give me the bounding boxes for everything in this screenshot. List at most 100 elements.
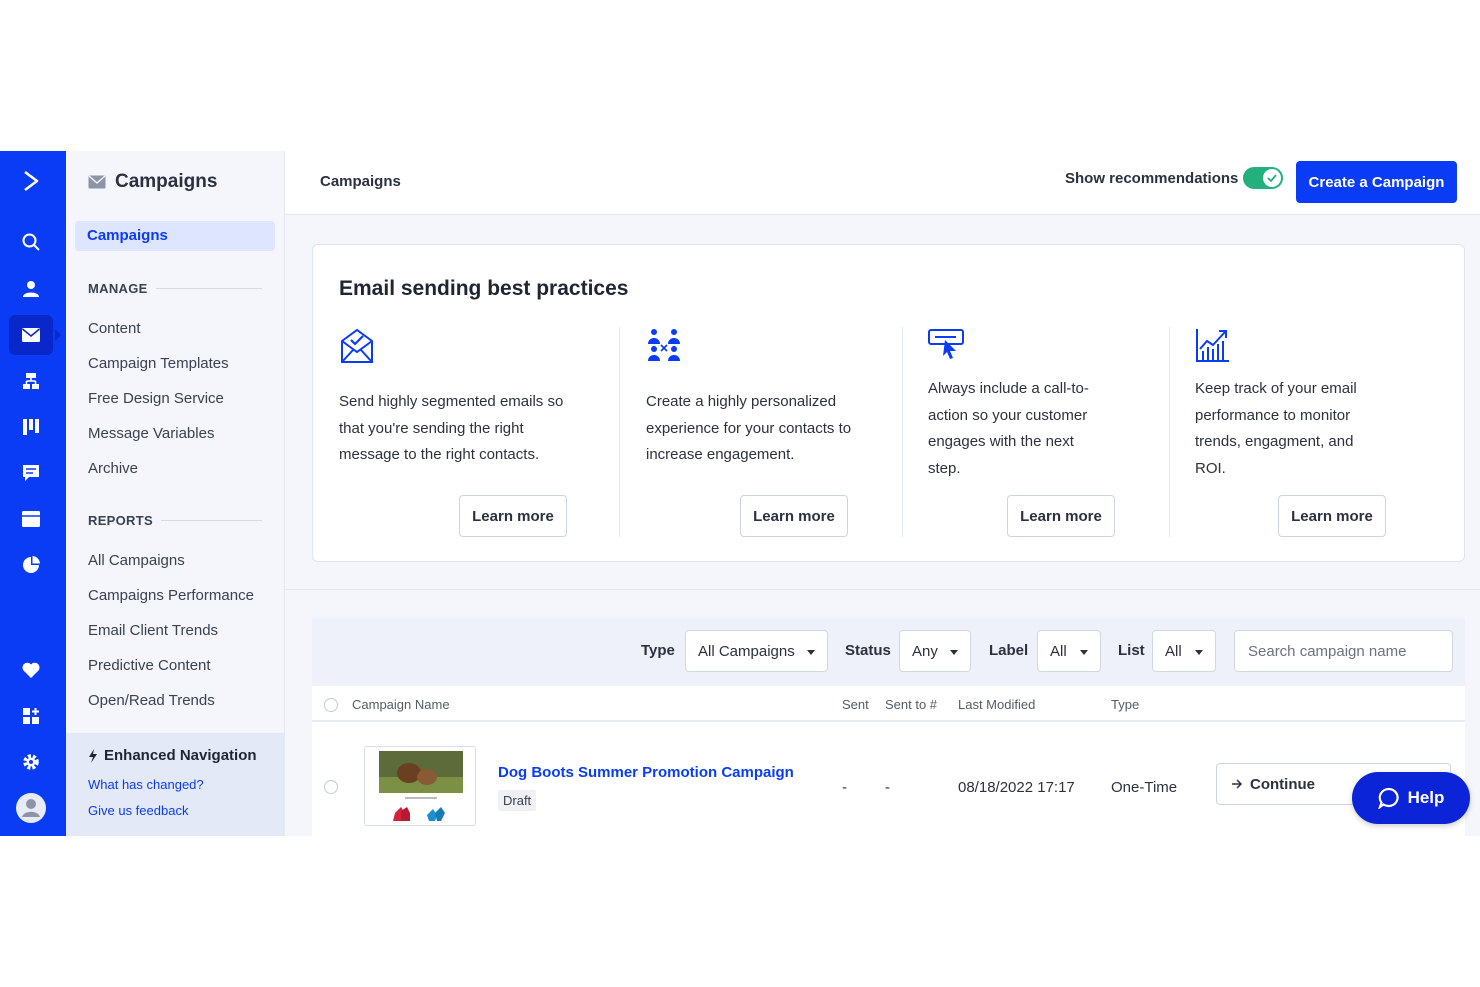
page-header: Campaigns Show recommendations Create a … (285, 151, 1480, 215)
contacts-icon[interactable] (9, 269, 53, 309)
subnav-item-free-design-service[interactable]: Free Design Service (88, 390, 224, 407)
search-campaign-input[interactable] (1234, 630, 1453, 672)
campaigns-table: Campaign Name Sent Sent to # Last Modifi… (312, 686, 1465, 836)
check-icon (1267, 174, 1277, 182)
type-filter-value: All Campaigns (698, 643, 795, 660)
learn-more-button[interactable]: Learn more (459, 495, 567, 537)
best-practices-title: Email sending best practices (339, 277, 629, 300)
subnav-item-open-read-trends[interactable]: Open/Read Trends (88, 692, 215, 709)
type-filter-select[interactable]: All Campaigns (685, 630, 828, 672)
website-icon[interactable] (9, 499, 53, 539)
subnav-item-email-client-trends[interactable]: Email Client Trends (88, 622, 218, 639)
icon-rail (0, 151, 66, 836)
list-filter-label: List (1118, 642, 1145, 659)
best-practices-card: Email sending best practices Send highly… (312, 244, 1465, 562)
reports-section-label: REPORTS (88, 513, 262, 528)
logo-chevron-icon[interactable] (9, 161, 53, 201)
row-checkbox[interactable] (324, 780, 338, 794)
automations-icon[interactable] (9, 361, 53, 401)
enhanced-navigation-text: Enhanced Navigation (104, 747, 257, 764)
search-icon[interactable] (9, 222, 53, 262)
reports-label-text: REPORTS (88, 513, 153, 528)
status-filter-value: Any (912, 643, 938, 660)
section-divider (155, 288, 262, 289)
subnav-item-campaigns[interactable]: Campaigns (75, 221, 275, 251)
table-header: Campaign Name Sent Sent to # Last Modifi… (312, 686, 1465, 722)
column-header-campaign-name[interactable]: Campaign Name (352, 697, 450, 712)
campaigns-envelope-icon[interactable] (9, 315, 61, 355)
sent-value: - (842, 779, 847, 796)
help-button[interactable]: Help (1352, 772, 1470, 824)
tip-text: Send highly segmented emails so that you… (339, 393, 564, 463)
label-filter-label: Label (989, 642, 1029, 659)
toggle-knob (1263, 169, 1281, 187)
arrow-right-icon (1232, 778, 1243, 789)
caret-down-icon (807, 650, 815, 655)
learn-more-button[interactable]: Learn more (1278, 495, 1386, 537)
subnav-title: Campaigns (88, 171, 217, 193)
manage-section-label: MANAGE (88, 281, 262, 296)
last-modified-value: 08/18/2022 17:17 (958, 779, 1075, 796)
give-feedback-link[interactable]: Give us feedback (88, 803, 188, 818)
column-header-sent[interactable]: Sent (842, 697, 869, 712)
caret-down-icon (950, 650, 958, 655)
section-divider (285, 589, 1480, 590)
enhanced-navigation-title: Enhanced Navigation (88, 747, 257, 764)
campaign-name-link[interactable]: Dog Boots Summer Promotion Campaign (498, 764, 794, 781)
subnav-item-predictive-content[interactable]: Predictive Content (88, 657, 211, 674)
settings-gear-icon[interactable] (9, 742, 53, 782)
status-filter-label: Status (845, 642, 891, 659)
column-header-last-modified[interactable]: Last Modified (958, 697, 1035, 712)
subnav-item-all-campaigns[interactable]: All Campaigns (88, 552, 185, 569)
continue-label: Continue (1250, 775, 1315, 793)
best-practice-tip-2: Create a highly personalized experience … (646, 327, 896, 537)
show-recommendations-toggle[interactable] (1243, 167, 1283, 189)
table-row[interactable]: Dog Boots Summer Promotion Campaign Draf… (312, 724, 1465, 836)
tip-text: Keep track of your email performance to … (1195, 380, 1357, 477)
heart-icon[interactable] (9, 650, 53, 690)
subnav-item-content[interactable]: Content (88, 320, 141, 337)
learn-more-button[interactable]: Learn more (1007, 495, 1115, 537)
enhanced-navigation-panel: Enhanced Navigation What has changed? Gi… (66, 733, 285, 836)
subnav-item-message-variables[interactable]: Message Variables (88, 425, 214, 442)
section-divider (160, 520, 262, 521)
help-label: Help (1407, 788, 1445, 807)
campaign-thumbnail[interactable] (364, 746, 476, 826)
manage-label-text: MANAGE (88, 281, 148, 296)
select-all-checkbox[interactable] (324, 698, 338, 712)
subnav-title-text: Campaigns (115, 171, 218, 192)
lightning-icon (89, 748, 97, 763)
apps-grid-icon[interactable] (9, 696, 53, 736)
app-window: Campaigns Campaigns MANAGE Content Campa… (0, 151, 1480, 836)
type-value: One-Time (1111, 779, 1178, 796)
campaign-filter-bar: Type All Campaigns Status Any Label All … (312, 618, 1465, 686)
subnav-item-campaign-templates[interactable]: Campaign Templates (88, 355, 229, 372)
subnav-item-campaigns-performance[interactable]: Campaigns Performance (88, 587, 254, 604)
sent-to-value: - (885, 779, 890, 796)
campaigns-subnav: Campaigns Campaigns MANAGE Content Campa… (66, 151, 285, 836)
main-content: Campaigns Show recommendations Create a … (285, 151, 1480, 836)
status-filter-select[interactable]: Any (899, 630, 971, 672)
learn-more-button[interactable]: Learn more (740, 495, 848, 537)
label-filter-select[interactable]: All (1037, 630, 1101, 672)
subnav-item-archive[interactable]: Archive (88, 460, 138, 477)
tip-text: Always include a call-to-action so your … (928, 380, 1089, 477)
list-filter-select[interactable]: All (1152, 630, 1216, 672)
best-practice-tip-1: Send highly segmented emails so that you… (339, 327, 609, 537)
what-has-changed-link[interactable]: What has changed? (88, 777, 204, 792)
chart-growth-icon (1195, 327, 1231, 368)
reports-pie-icon[interactable] (9, 545, 53, 585)
caret-down-icon (1195, 650, 1203, 655)
envelope-check-icon (339, 327, 375, 370)
user-avatar-icon[interactable] (9, 788, 53, 828)
people-group-icon (646, 327, 682, 368)
type-filter-label: Type (641, 642, 675, 659)
create-campaign-button[interactable]: Create a Campaign (1296, 161, 1457, 203)
column-header-sent-to[interactable]: Sent to # (885, 697, 937, 712)
pipeline-icon[interactable] (9, 407, 53, 447)
conversations-icon[interactable] (9, 453, 53, 493)
cursor-click-icon (928, 327, 966, 364)
best-practice-tip-4: Keep track of your email performance to … (1195, 327, 1425, 537)
column-header-type[interactable]: Type (1111, 697, 1139, 712)
envelope-icon (88, 175, 106, 189)
